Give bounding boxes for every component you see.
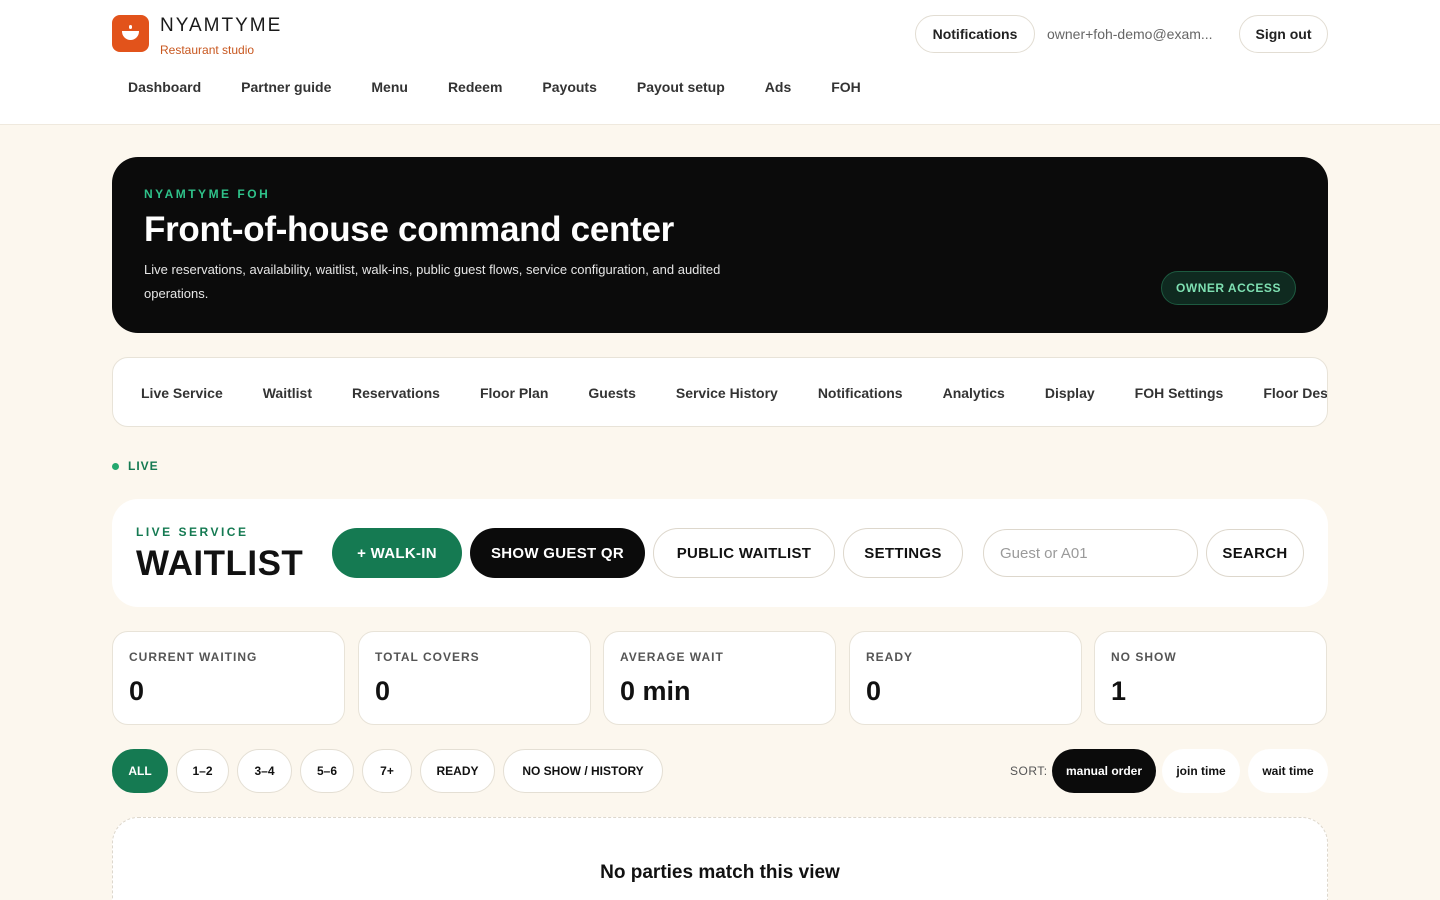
- filter-chip-7-plus[interactable]: 7+: [362, 749, 412, 793]
- live-indicator: LIVE: [112, 459, 159, 473]
- stat-card-average-wait: AVERAGE WAIT 0 min: [603, 631, 836, 725]
- stat-label: NO SHOW: [1111, 650, 1177, 664]
- sign-out-button[interactable]: Sign out: [1239, 15, 1328, 53]
- stat-card-total-covers: TOTAL COVERS 0: [358, 631, 591, 725]
- sort-join-time[interactable]: join time: [1162, 749, 1240, 793]
- stat-value: 0: [129, 676, 145, 706]
- stat-card-no-show: NO SHOW 1: [1094, 631, 1327, 725]
- search-button[interactable]: SEARCH: [1206, 529, 1304, 577]
- tab-reservations[interactable]: Reservations: [352, 385, 440, 401]
- filter-chip-all[interactable]: ALL: [112, 749, 168, 793]
- tab-waitlist[interactable]: Waitlist: [263, 385, 312, 401]
- sort-label: SORT:: [1010, 764, 1048, 778]
- empty-state: No parties match this view: [112, 817, 1328, 900]
- hero-description: Live reservations, availability, waitlis…: [144, 262, 721, 301]
- filter-chip-ready[interactable]: READY: [420, 749, 495, 793]
- sort-manual-order[interactable]: manual order: [1052, 749, 1156, 793]
- live-label: LIVE: [128, 459, 159, 473]
- tab-foh-settings[interactable]: FOH Settings: [1135, 385, 1224, 401]
- filter-chip-5-6[interactable]: 5–6: [300, 749, 354, 793]
- add-walk-in-button[interactable]: + WALK-IN: [332, 528, 462, 578]
- stat-label: AVERAGE WAIT: [620, 650, 724, 664]
- section-eyebrow: LIVE SERVICE: [136, 525, 249, 539]
- brand-subtitle: Restaurant studio: [160, 43, 255, 57]
- show-guest-qr-button[interactable]: SHOW GUEST QR: [470, 528, 645, 578]
- header-actions: Notifications owner+foh-demo@exam... Sig…: [915, 15, 1328, 53]
- hero-eyebrow: NYAMTYME FOH: [144, 187, 271, 201]
- hero-banner: NYAMTYME FOH Front-of-house command cent…: [112, 157, 1328, 333]
- brand-name: NYAMTYME: [160, 15, 283, 36]
- owner-access-badge: OWNER ACCESS: [1161, 271, 1296, 305]
- stat-card-current-waiting: CURRENT WAITING 0: [112, 631, 345, 725]
- filter-chip-no-show-history[interactable]: NO SHOW / HISTORY: [503, 749, 663, 793]
- stat-card-ready: READY 0: [849, 631, 1082, 725]
- notifications-button[interactable]: Notifications: [915, 15, 1035, 53]
- stat-value: 0: [866, 676, 882, 706]
- stat-value: 0: [375, 676, 391, 706]
- foh-tabs: Live Service Waitlist Reservations Floor…: [112, 357, 1328, 427]
- user-email: owner+foh-demo@exam...: [1047, 26, 1213, 42]
- nav-item-payouts[interactable]: Payouts: [542, 79, 596, 95]
- tab-live-service[interactable]: Live Service: [141, 385, 223, 401]
- nav-item-foh[interactable]: FOH: [831, 79, 861, 95]
- empty-message: No parties match this view: [600, 862, 840, 883]
- tab-analytics[interactable]: Analytics: [943, 385, 1005, 401]
- tab-floor-designer[interactable]: Floor Designer: [1263, 385, 1327, 401]
- bowl-logo-icon: [112, 15, 149, 52]
- page-title: Front-of-house command center: [144, 210, 674, 249]
- waitlist-toolbar: LIVE SERVICE WAITLIST + WALK-IN SHOW GUE…: [112, 499, 1328, 607]
- nav-item-partner-guide[interactable]: Partner guide: [241, 79, 331, 95]
- stat-value: 1: [1111, 676, 1127, 706]
- nav-item-menu[interactable]: Menu: [371, 79, 408, 95]
- search-input[interactable]: [983, 529, 1198, 577]
- tab-floor-plan[interactable]: Floor Plan: [480, 385, 548, 401]
- stat-label: READY: [866, 650, 914, 664]
- nav-item-payout-setup[interactable]: Payout setup: [637, 79, 725, 95]
- nav-item-dashboard[interactable]: Dashboard: [128, 79, 201, 95]
- tab-service-history[interactable]: Service History: [676, 385, 778, 401]
- settings-button[interactable]: SETTINGS: [843, 528, 963, 578]
- brand[interactable]: NYAMTYME Restaurant studio: [112, 15, 282, 57]
- tab-notifications[interactable]: Notifications: [818, 385, 903, 401]
- stat-value: 0 min: [620, 676, 691, 706]
- tab-display[interactable]: Display: [1045, 385, 1095, 401]
- top-header: NYAMTYME Restaurant studio Notifications…: [0, 0, 1440, 125]
- stat-label: CURRENT WAITING: [129, 650, 258, 664]
- stat-label: TOTAL COVERS: [375, 650, 480, 664]
- section-title: WAITLIST: [136, 544, 304, 583]
- nav-item-ads[interactable]: Ads: [765, 79, 791, 95]
- main-nav: Dashboard Partner guide Menu Redeem Payo…: [128, 79, 901, 95]
- sort-wait-time[interactable]: wait time: [1248, 749, 1328, 793]
- public-waitlist-button[interactable]: PUBLIC WAITLIST: [653, 528, 835, 578]
- tab-guests[interactable]: Guests: [588, 385, 635, 401]
- live-dot-icon: [112, 462, 119, 470]
- filter-chip-1-2[interactable]: 1–2: [176, 749, 229, 793]
- nav-item-redeem[interactable]: Redeem: [448, 79, 502, 95]
- filter-chip-3-4[interactable]: 3–4: [237, 749, 292, 793]
